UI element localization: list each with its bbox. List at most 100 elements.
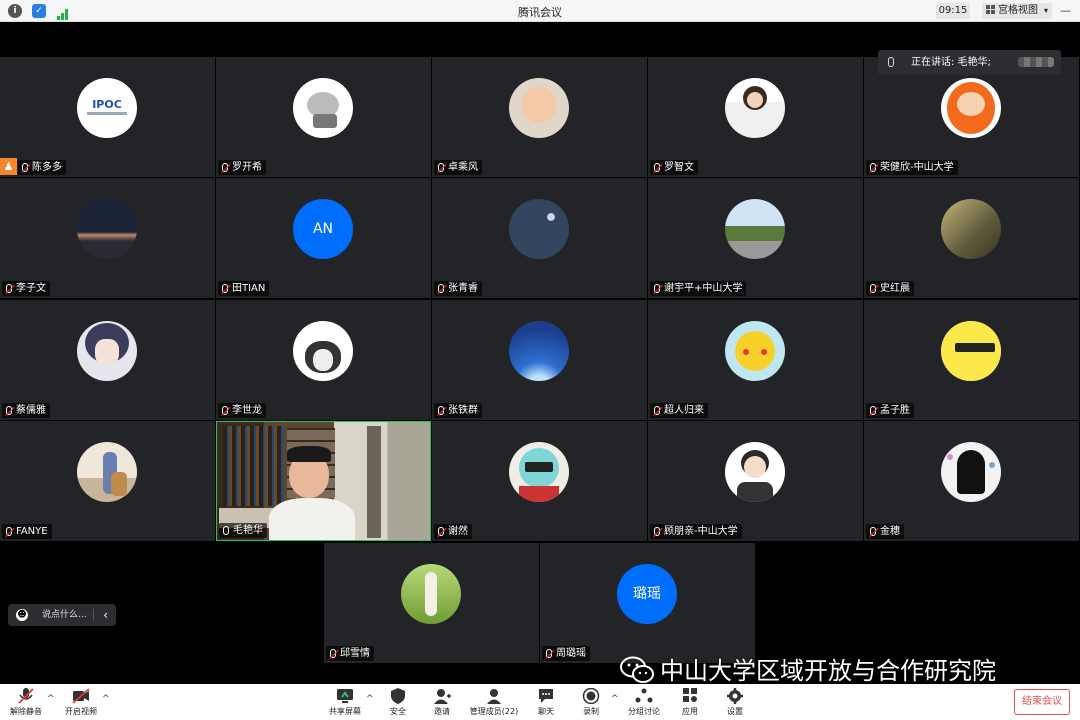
breakout-label: 分组讨论 [628,707,660,716]
microphone-muted-icon [18,688,34,704]
participant-tile[interactable]: 毛艳华 [216,421,431,541]
apps-button[interactable]: 应用 [676,684,704,720]
view-mode-dropdown[interactable]: 宫格视图 ▾ [982,3,1052,19]
participant-name-tag: 陈多多 [18,160,66,175]
participant-tile[interactable]: 超人归来 [648,300,863,420]
end-meeting-button[interactable]: 结束会议 [1014,689,1070,715]
microphone-muted-icon [546,649,552,658]
microphone-muted-icon [654,163,660,172]
participant-name: 超人归来 [664,405,704,416]
participant-tile[interactable]: 卓乘风 [432,57,647,177]
participant-name-tag: 周璐瑶 [542,646,590,661]
chevron-down-icon: ▾ [1043,6,1048,15]
microphone-muted-icon [654,284,660,293]
microphone-muted-icon [870,527,876,536]
invite-button[interactable]: 邀请 [428,684,456,720]
participant-tile[interactable]: 顾朋亲-中山大学 [648,421,863,541]
share-screen-button[interactable]: 共享屏幕 [326,684,364,720]
speaking-indicator: 正在讲话: 毛艳华; [878,50,1061,75]
microphone-muted-icon [330,649,336,658]
microphone-muted-icon [654,527,660,536]
microphone-muted-icon [438,406,444,415]
participant-name: 罗智文 [664,162,694,173]
participant-tile[interactable]: 张铁群 [432,300,647,420]
participant-name-tag: 金穗 [866,524,904,539]
microphone-icon [888,57,894,67]
participant-tile[interactable]: 罗开希 [216,57,431,177]
participant-tile[interactable]: 孟子胜 [864,300,1079,420]
participant-name: 李世龙 [232,405,262,416]
unmute-button[interactable]: 解除静音 [8,684,44,720]
meeting-clock: 09:15 [936,3,970,19]
participant-tile[interactable]: 史红晨 [864,178,1079,298]
settings-button[interactable]: 设置 [721,684,749,720]
participant-name-tag: 田TIAN [218,281,270,296]
chat-input-chip[interactable]: ☻ 说点什么... ‹ [8,604,116,626]
manage-members-button[interactable]: 管理成员(22) [468,684,520,720]
participant-name-tag: 张铁群 [434,403,482,418]
participant-name-tag: 顾朋亲-中山大学 [650,524,742,539]
apps-icon [683,688,697,702]
minimize-icon[interactable]: — [1060,4,1071,17]
participant-tile[interactable]: 谢宇平+中山大学 [648,178,863,298]
participant-avatar [77,442,137,502]
window-title: 腾讯会议 [518,6,562,19]
record-button[interactable]: 录制 [577,684,605,720]
speaking-label: 正在讲话: 毛艳华; [911,57,991,68]
microphone-muted-icon [870,284,876,293]
participant-tile[interactable]: 邱雪情 [324,543,539,663]
participant-name: 卓乘风 [448,162,478,173]
participant-name: 田TIAN [232,283,266,294]
participant-avatar [725,442,785,502]
participant-tile[interactable]: 金穗 [864,421,1079,541]
shield-icon [391,688,405,704]
unmute-options-chevron-icon[interactable]: ^ [47,694,55,704]
unmute-label: 解除静音 [10,707,42,716]
microphone-muted-icon [438,527,444,536]
emoji-icon[interactable]: ☻ [16,609,28,621]
participant-avatar [293,78,353,138]
manage-members-label: 管理成员(22) [469,707,519,716]
microphone-muted-icon [223,526,229,535]
security-button[interactable]: 安全 [384,684,412,720]
participant-tile[interactable]: 李子文 [0,178,215,298]
participant-tile[interactable]: 谢然 [432,421,647,541]
participant-name-tag: 张青睿 [434,281,482,296]
participant-name-tag: 谢然 [434,524,472,539]
chat-button[interactable]: 聊天 [532,684,560,720]
watermark-text: 中山大学区域开放与合作研究院 [660,657,996,685]
participant-tile[interactable]: 罗智文 [648,57,863,177]
view-mode-label: 宫格视图 [998,5,1038,16]
participant-tile[interactable]: IPOC ♟ 陈多多 [0,57,215,177]
members-icon [487,689,501,704]
wechat-icon [620,656,654,683]
chat-bubble-icon [539,689,553,703]
breakout-button[interactable]: 分组讨论 [626,684,662,720]
participant-name-tag: 蔡儒雅 [2,403,50,418]
participant-name: 史红晨 [880,283,910,294]
participant-name-tag: 毛艳华 [219,523,267,538]
microphone-muted-icon [222,406,228,415]
participant-tile[interactable]: 蔡儒雅 [0,300,215,420]
participant-avatar [509,78,569,138]
participant-tile[interactable]: 荣健欣-中山大学 [864,57,1079,177]
participant-tile[interactable]: AN 田TIAN [216,178,431,298]
chevron-left-icon[interactable]: ‹ [103,604,108,626]
video-options-chevron-icon[interactable]: ^ [102,694,110,704]
share-options-chevron-icon[interactable]: ^ [366,694,374,704]
participant-tile[interactable]: 璐瑶 周璐瑶 [540,543,755,663]
participant-name: 蔡儒雅 [16,405,46,416]
microphone-muted-icon [222,163,228,172]
participant-tile[interactable]: 张青睿 [432,178,647,298]
start-video-button[interactable]: 开启视频 [62,684,100,720]
settings-label: 设置 [727,707,743,716]
participant-name-tag: 荣健欣-中山大学 [866,160,958,175]
participant-tile[interactable]: 李世龙 [216,300,431,420]
participant-name-tag: FANYE [2,524,52,539]
participant-avatar [509,321,569,381]
record-options-chevron-icon[interactable]: ^ [611,694,619,704]
share-screen-icon [337,689,353,703]
participant-name: 荣健欣-中山大学 [880,162,954,173]
participant-tile[interactable]: FANYE [0,421,215,541]
title-bar: i ✓ 腾讯会议 09:15 宫格视图 ▾ — [0,0,1080,22]
